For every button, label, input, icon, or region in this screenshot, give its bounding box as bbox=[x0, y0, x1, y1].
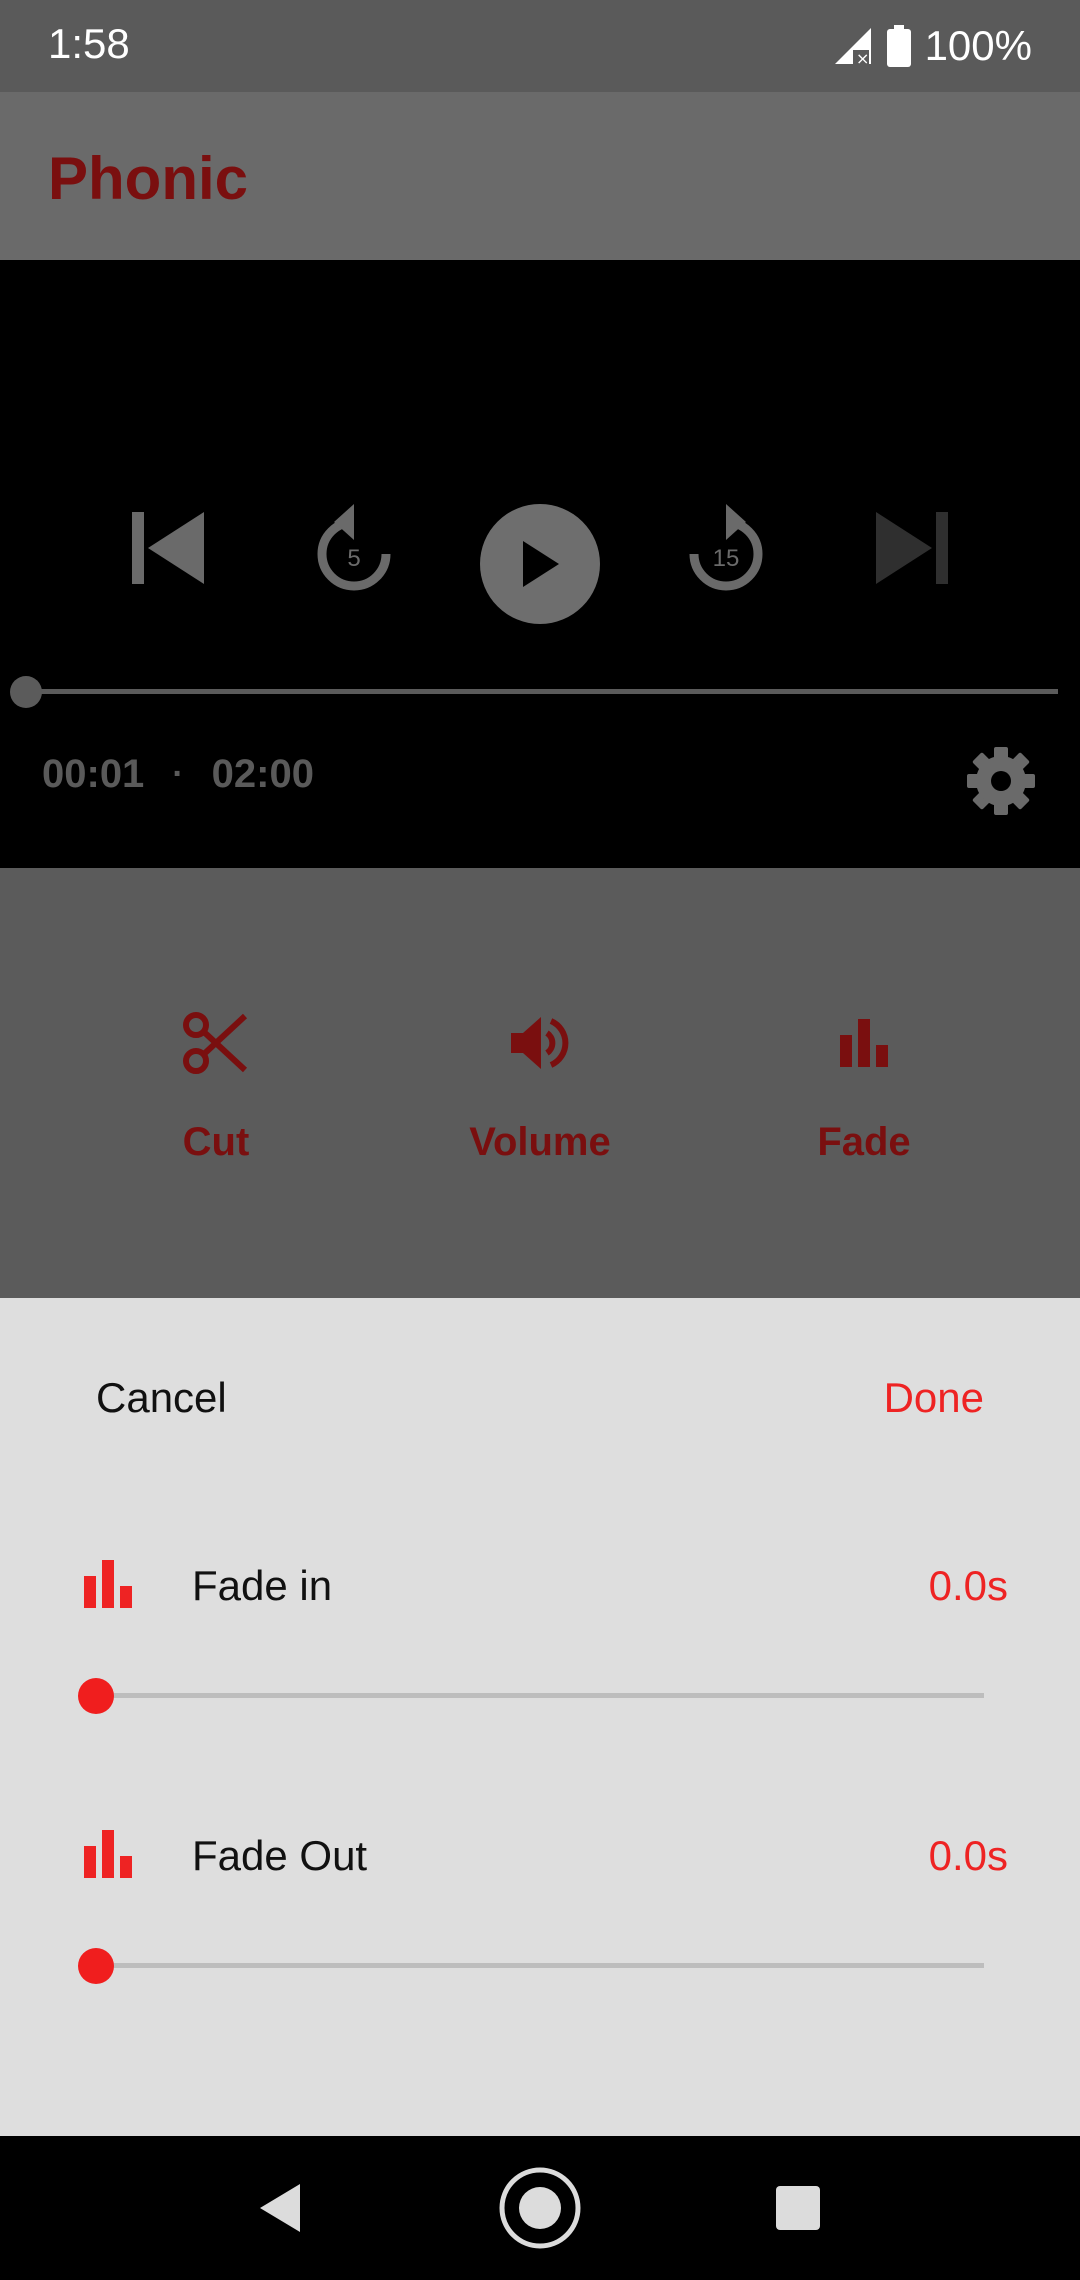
scissors-icon bbox=[183, 1012, 248, 1074]
cut-tool-button[interactable]: Cut bbox=[86, 1008, 346, 1165]
status-bar: 1:58 × 100% bbox=[0, 0, 1080, 92]
navigation-bar bbox=[0, 2136, 1080, 2280]
battery-percent: 100% bbox=[924, 22, 1032, 69]
volume-label: Volume bbox=[469, 1120, 611, 1164]
fade-out-slider[interactable] bbox=[96, 1963, 984, 1968]
nav-back-button[interactable] bbox=[230, 2158, 330, 2258]
app-title: Phonic bbox=[48, 145, 249, 212]
fade-sheet: Cancel Done Fade in 0.0s Fade Out 0.0s bbox=[0, 1298, 1080, 2136]
edit-tools: Cut Volume Fade bbox=[0, 868, 1080, 1298]
fade-tool-button[interactable]: Fade bbox=[734, 1008, 994, 1165]
cancel-button[interactable]: Cancel bbox=[96, 1374, 227, 1422]
forward-15-icon: 15 bbox=[689, 504, 763, 591]
nav-home-button[interactable] bbox=[490, 2158, 590, 2258]
rewind-seconds: 5 bbox=[347, 545, 360, 572]
fade-label: Fade bbox=[817, 1120, 911, 1164]
fade-in-label: Fade in bbox=[192, 1562, 333, 1609]
status-icons: × 100% bbox=[833, 20, 1032, 72]
player: 5 15 00:01 · 02:00 bbox=[0, 260, 1080, 868]
nav-recents-button[interactable] bbox=[748, 2158, 848, 2258]
app-bar: Phonic bbox=[0, 92, 1080, 260]
svg-text:×: × bbox=[856, 49, 869, 66]
volume-tool-button[interactable]: Volume bbox=[410, 1008, 670, 1165]
status-time: 1:58 bbox=[48, 20, 130, 67]
fade-out-slider-thumb[interactable] bbox=[78, 1948, 114, 1984]
seek-thumb[interactable] bbox=[10, 676, 42, 708]
bar-chart-icon bbox=[84, 1560, 132, 1608]
cellular-no-signal-icon: × bbox=[834, 28, 871, 66]
replay-5-button[interactable]: 5 bbox=[294, 488, 414, 608]
bar-chart-icon bbox=[840, 1019, 888, 1067]
back-icon bbox=[260, 2184, 300, 2232]
total-duration: 02:00 bbox=[211, 752, 314, 796]
home-icon bbox=[499, 2167, 581, 2249]
fade-in-slider[interactable] bbox=[96, 1693, 984, 1698]
fade-in-slider-thumb[interactable] bbox=[78, 1678, 114, 1714]
play-icon bbox=[523, 541, 559, 587]
skip-previous-icon bbox=[132, 512, 204, 584]
fade-in-value: 0.0s bbox=[928, 1562, 1008, 1609]
settings-button[interactable] bbox=[964, 744, 1038, 818]
skip-previous-button[interactable] bbox=[108, 488, 228, 608]
skip-next-button[interactable] bbox=[852, 488, 972, 608]
fade-out-value: 0.0s bbox=[928, 1832, 1008, 1879]
skip-next-icon bbox=[876, 512, 948, 584]
forward-15-button[interactable]: 15 bbox=[666, 488, 786, 608]
current-time: 00:01 bbox=[42, 752, 145, 796]
time-separator: · bbox=[172, 755, 184, 793]
time-row: 00:01 · 02:00 bbox=[42, 752, 314, 797]
forward-seconds: 15 bbox=[713, 545, 740, 572]
done-button[interactable]: Done bbox=[884, 1374, 984, 1422]
play-button[interactable] bbox=[480, 504, 600, 624]
volume-icon bbox=[511, 1017, 569, 1069]
battery-full-icon bbox=[886, 25, 911, 67]
gear-icon bbox=[967, 747, 1035, 815]
recents-icon bbox=[776, 2186, 820, 2230]
bar-chart-icon bbox=[84, 1830, 132, 1878]
fade-out-label: Fade Out bbox=[192, 1832, 368, 1879]
seek-bar[interactable] bbox=[26, 689, 1058, 694]
replay-5-icon: 5 bbox=[317, 504, 391, 591]
cut-label: Cut bbox=[182, 1120, 250, 1164]
